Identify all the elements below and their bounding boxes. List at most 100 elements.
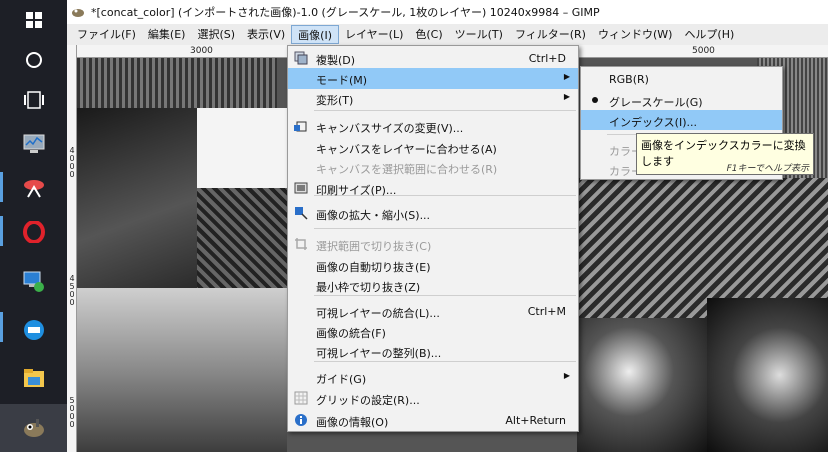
radio-bullet-icon [592,97,598,103]
menu-item-align-visible-layers[interactable]: 可視レイヤーの整列(B)... [288,341,578,362]
menu-item-label: RGB(R) [609,73,649,86]
menu-item-label: 画像の自動切り抜き(E) [316,261,431,274]
menu-item-label: キャンバスをレイヤーに合わせる(A) [316,143,497,156]
menu-item-flatten-image[interactable]: 画像の統合(F) [288,321,578,342]
snipping-tool-icon [23,180,44,198]
crop-icon [294,237,308,251]
menu-colors[interactable]: 色(C) [409,25,448,44]
image-region [577,178,828,318]
menu-item-crop-to-selection[interactable]: 選択範囲で切り抜き(C) [288,234,578,255]
menu-select[interactable]: 選択(S) [191,25,241,44]
image-region [707,298,828,452]
menu-item-shortcut: Ctrl+D [528,52,566,65]
tooltip: 画像をインデックスカラーに変換します F1キーでヘルプ表示 [636,133,814,175]
ruler-label: 4000 [69,146,75,179]
gimp-window-icon [72,9,84,17]
taskbar-app-remote[interactable] [0,262,67,302]
windows-icon [25,12,42,28]
taskbar-app-drive[interactable] [0,310,67,350]
search-button[interactable] [0,40,67,80]
menu-item-print-size[interactable]: 印刷サイズ(P)... [288,178,578,199]
menu-item-label: キャンバスを選択範囲に合わせる(R) [316,163,498,176]
menu-layer[interactable]: レイヤー(L) [339,25,409,44]
menu-item-label: モード(M) [316,74,368,87]
menu-item-merge-visible-layers[interactable]: 可視レイヤーの統合(L)... Ctrl+M [288,301,578,322]
print-size-icon [294,181,308,195]
menu-item-duplicate[interactable]: 複製(D) Ctrl+D [288,48,578,69]
menu-image[interactable]: 画像(I) [291,25,339,44]
taskbar-app-gimp[interactable] [0,404,67,452]
menu-item-label: 可視レイヤーの整列(B)... [316,347,442,360]
image-region [77,58,277,108]
ruler-label: 5000 [692,46,715,56]
task-view-button[interactable] [0,80,67,120]
menu-item-label: 画像の拡大・縮小(S)... [316,209,431,222]
cortana-icon [25,52,42,68]
menu-item-mode[interactable]: モード(M) ▶ [288,68,578,89]
menu-item-rgb[interactable]: RGB(R) [581,69,782,89]
opera-icon [22,221,45,243]
task-view-icon [23,91,44,109]
scale-icon [294,206,308,220]
menu-item-configure-grid[interactable]: グリッドの設定(R)... [288,388,578,409]
image-region [577,318,707,452]
menu-item-label: 複製(D) [316,54,356,67]
menu-file[interactable]: ファイル(F) [71,25,142,44]
ruler-label: 3000 [190,46,213,56]
submenu-arrow-icon: ▶ [563,92,570,101]
menu-item-canvas-size[interactable]: キャンバスサイズの変更(V)... [288,116,578,137]
menu-edit[interactable]: 編集(E) [142,25,192,44]
ruler-label: 4500 [69,274,75,307]
tooltip-hint: F1キーでヘルプ表示 [726,164,809,174]
taskbar-app-snipping[interactable] [0,168,67,208]
image-menu: 複製(D) Ctrl+D モード(M) ▶ 変形(T) ▶ キャンバスサイズの変更(V)..… [287,45,579,432]
menu-item-transform[interactable]: 変形(T) ▶ [288,88,578,109]
title-bar: *[concat_color] (インポートされた画像)-1.0 (グレースケー… [67,0,828,24]
canvas-size-icon [294,119,308,133]
menu-item-label: 画像の情報(O) [316,416,389,429]
image-region [77,288,287,452]
folder-icon [23,369,44,387]
menu-item-label: グリッドの設定(R)... [316,394,420,407]
menu-bar: ファイル(F) 編集(E) 選択(S) 表示(V) 画像(I) レイヤー(L) 色(C) ツー… [67,24,828,45]
menu-item-guides[interactable]: ガイド(G) ▶ [288,367,578,388]
taskbar-app-explorer[interactable] [0,358,67,398]
menu-item-grayscale[interactable]: グレースケール(G) [581,90,782,110]
info-icon [294,413,308,427]
image-region [77,108,197,288]
menu-item-label: 印刷サイズ(P)... [316,184,397,197]
taskbar [0,0,67,452]
window-title: *[concat_color] (インポートされた画像)-1.0 (グレースケー… [91,6,600,19]
menu-item-slice-using-guides[interactable]: 最小枠で切り抜き(Z) [288,275,578,296]
menu-item-indexed[interactable]: インデックス(I)... [581,110,782,130]
menu-windows[interactable]: ウィンドウ(W) [592,25,678,44]
ruler-label: 5000 [69,396,75,429]
menu-item-label: 可視レイヤーの統合(L)... [316,307,440,320]
taskbar-app-monitor[interactable] [0,124,67,164]
menu-help[interactable]: ヘルプ(H) [678,25,740,44]
menu-item-label: ガイド(G) [316,373,367,386]
image-region [197,108,297,188]
menu-item-crop-to-content[interactable]: 画像の自動切り抜き(E) [288,255,578,276]
gimp-icon [23,419,44,437]
menu-item-fit-canvas-to-layers[interactable]: キャンバスをレイヤーに合わせる(A) [288,137,578,158]
menu-view[interactable]: 表示(V) [241,25,291,44]
remote-desktop-icon [23,271,44,292]
submenu-arrow-icon: ▶ [563,72,570,81]
menu-separator [314,228,576,229]
menu-filters[interactable]: フィルター(R) [509,25,592,44]
drive-icon [23,320,44,340]
menu-item-fit-canvas-to-selection[interactable]: キャンバスを選択範囲に合わせる(R) [288,157,578,178]
start-button[interactable] [0,0,67,40]
taskbar-app-opera[interactable] [0,212,67,252]
menu-item-scale-image[interactable]: 画像の拡大・縮小(S)... [288,203,578,224]
menu-item-label: 画像の統合(F) [316,327,386,340]
vertical-ruler[interactable]: 4000 4500 5000 [67,45,77,452]
menu-tools[interactable]: ツール(T) [449,25,509,44]
menu-item-label: キャンバスサイズの変更(V)... [316,122,464,135]
menu-item-image-properties[interactable]: 画像の情報(O) Alt+Return [288,410,578,431]
duplicate-icon [294,51,308,65]
menu-item-shortcut: Ctrl+M [527,305,566,318]
menu-separator [314,110,576,111]
menu-item-label: 変形(T) [316,94,354,107]
